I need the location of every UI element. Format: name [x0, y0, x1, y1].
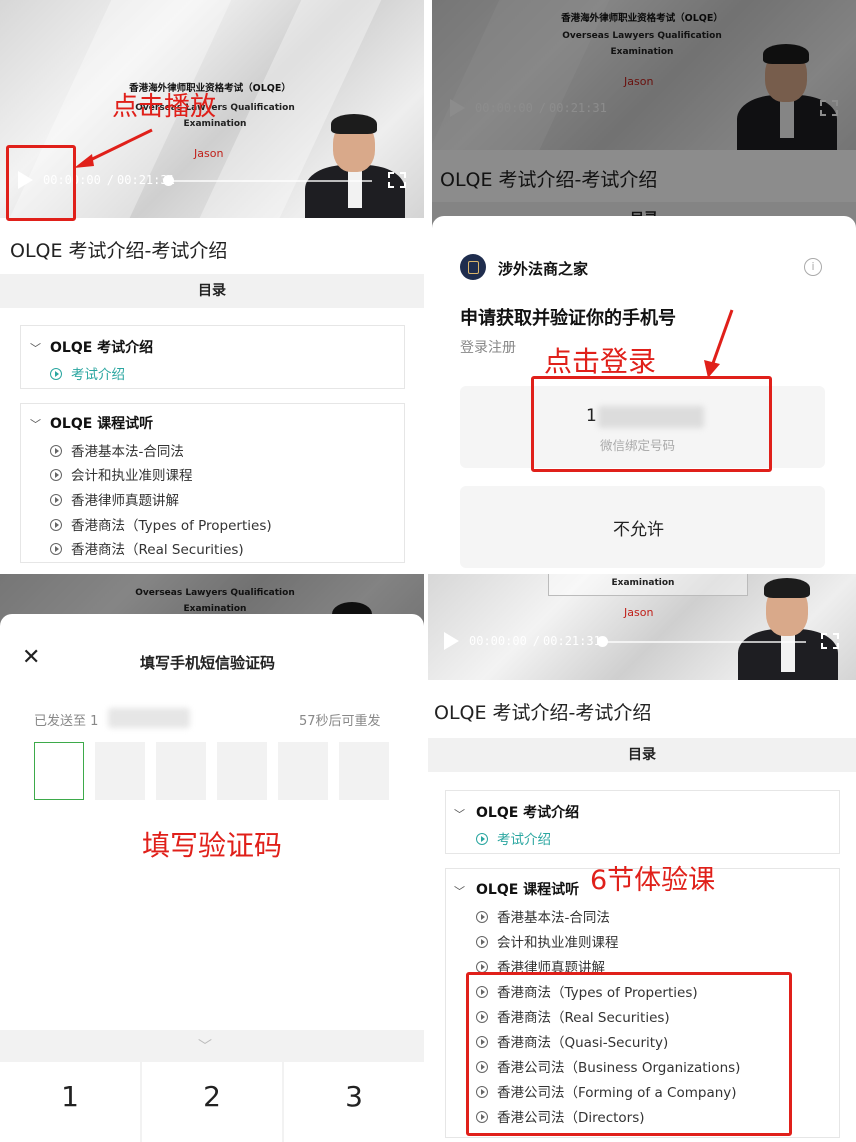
time-separator: / [532, 634, 541, 648]
play-circle-icon [476, 936, 488, 948]
annotation-fill-code: 填写验证码 [142, 829, 283, 862]
panel-step-2: 香港海外律师职业资格考试（OLQE） Overseas Lawyers Qual… [432, 0, 856, 570]
deny-label: 不允许 [613, 520, 664, 540]
lesson-item[interactable]: 香港基本法-合同法 [50, 440, 184, 460]
lesson-item[interactable]: 香港律师真题讲解 [50, 489, 179, 509]
progress-bar[interactable] [606, 641, 806, 643]
brand-logo [460, 254, 486, 280]
info-icon[interactable]: i [804, 258, 822, 276]
sent-to-label: 已发送至 1 [34, 714, 99, 729]
progress-bar[interactable] [172, 180, 372, 182]
toc-tab[interactable]: 目录 [428, 738, 856, 772]
play-icon[interactable] [444, 632, 459, 650]
play-circle-icon [476, 911, 488, 923]
key-3[interactable]: 3 [284, 1062, 424, 1142]
play-circle-icon [50, 494, 62, 506]
code-digit-input[interactable] [217, 742, 267, 800]
time-current: 00:00:00 [469, 634, 527, 648]
lesson-item-active[interactable]: 考试介绍 [476, 828, 551, 848]
time-total: 00:21:31 [543, 634, 601, 648]
presenter-name: Jason [624, 606, 654, 619]
lesson-label: 考试介绍 [71, 367, 125, 383]
lesson-item[interactable]: 香港商法（Types of Properties) [50, 514, 272, 534]
panel-step-3: Overseas Lawyers Qualification Examinati… [0, 574, 424, 1142]
play-circle-icon [50, 543, 62, 555]
lesson-item[interactable]: 会计和执业准则课程 [50, 464, 193, 484]
annotation-highlight-phone [531, 376, 772, 472]
lesson-item-active[interactable]: 考试介绍 [50, 363, 125, 383]
code-digit-input[interactable] [278, 742, 328, 800]
play-circle-icon [50, 469, 62, 481]
annotation-six-lessons: 6节体验课 [590, 865, 716, 896]
lesson-item[interactable]: 香港商法（Real Securities) [50, 538, 244, 558]
annotation-highlight-lessons [466, 972, 792, 1136]
code-digit-input[interactable] [95, 742, 145, 800]
close-icon[interactable]: ✕ [22, 647, 40, 669]
slide-title-en-2: Examination [611, 578, 675, 588]
lesson-label: 会计和执业准则课程 [71, 468, 193, 484]
lesson-label: 香港商法（Real Securities) [71, 542, 244, 558]
fullscreen-icon[interactable] [388, 172, 406, 188]
page-title: OLQE 考试介绍-考试介绍 [434, 702, 652, 724]
code-digit-input[interactable] [34, 742, 84, 800]
play-circle-icon [476, 833, 488, 845]
lesson-label: 会计和执业准则课程 [497, 935, 619, 951]
play-circle-icon [50, 519, 62, 531]
numeric-keypad: ﹀ 1 2 3 [0, 1030, 424, 1142]
chevron-down-icon[interactable]: ﹀ [454, 883, 465, 899]
key-1[interactable]: 1 [0, 1062, 140, 1142]
annotation-click-login: 点击登录 [544, 345, 657, 378]
play-circle-icon [50, 368, 62, 380]
section-title[interactable]: OLQE 考试介绍 [476, 802, 579, 822]
section-title[interactable]: OLQE 考试介绍 [50, 337, 153, 357]
page-title: OLQE 考试介绍-考试介绍 [10, 240, 228, 262]
annotation-click-play: 点击播放 [112, 92, 217, 122]
fullscreen-icon[interactable] [821, 633, 839, 649]
player-controls: 00:00:00 / 00:21:31 [444, 632, 601, 650]
lesson-label: 香港律师真题讲解 [71, 493, 179, 509]
auth-subheading: 登录注册 [460, 340, 516, 356]
section-title[interactable]: OLQE 课程试听 [476, 879, 579, 899]
presenter-image [733, 574, 843, 680]
key-2[interactable]: 2 [142, 1062, 282, 1142]
code-digit-input[interactable] [156, 742, 206, 800]
annotation-arrow [704, 309, 734, 378]
annotation-arrow [74, 128, 153, 168]
lesson-label: 香港商法（Types of Properties) [71, 518, 272, 534]
panel-step-1: 香港海外律师职业资格考试（OLQE） Overseas Lawyers Qual… [0, 0, 424, 570]
chevron-down-icon[interactable]: ﹀ [30, 340, 41, 356]
brand-name: 涉外法商之家 [498, 260, 589, 278]
play-circle-icon [50, 445, 62, 457]
lesson-label: 香港基本法-合同法 [71, 444, 184, 460]
toc-tab[interactable]: 目录 [0, 274, 424, 308]
lesson-label: 香港基本法-合同法 [497, 910, 610, 926]
code-digit-input[interactable] [339, 742, 389, 800]
presenter-name: Jason [194, 147, 224, 160]
time-separator: / [106, 173, 115, 187]
resend-countdown[interactable]: 57秒后可重发 [299, 710, 381, 729]
section-title[interactable]: OLQE 课程试听 [50, 413, 153, 433]
sms-code-sheet: ✕ 填写手机短信验证码 已发送至 1 57秒后可重发 ﹀ 1 2 3 [0, 614, 424, 1142]
chevron-down-icon[interactable]: ﹀ [30, 416, 41, 432]
lesson-label: 考试介绍 [497, 832, 551, 848]
annotation-highlight-play [6, 145, 76, 221]
lesson-item[interactable]: 会计和执业准则课程 [476, 931, 619, 951]
auth-heading: 申请获取并验证你的手机号 [460, 308, 676, 329]
video-player[interactable]: Examination Jason 00:00:00 / 00:21:31 [428, 574, 856, 680]
presenter-image [300, 110, 410, 218]
chevron-down-icon[interactable]: ﹀ [454, 806, 465, 822]
chevron-down-icon[interactable]: ﹀ [198, 1036, 212, 1056]
sms-sheet-title: 填写手机短信验证码 [140, 654, 276, 672]
lesson-item[interactable]: 香港基本法-合同法 [476, 906, 610, 926]
phone-number-redacted [108, 708, 190, 728]
panel-step-4: Examination Jason 00:00:00 / 00:21:31 OL… [428, 574, 856, 1142]
